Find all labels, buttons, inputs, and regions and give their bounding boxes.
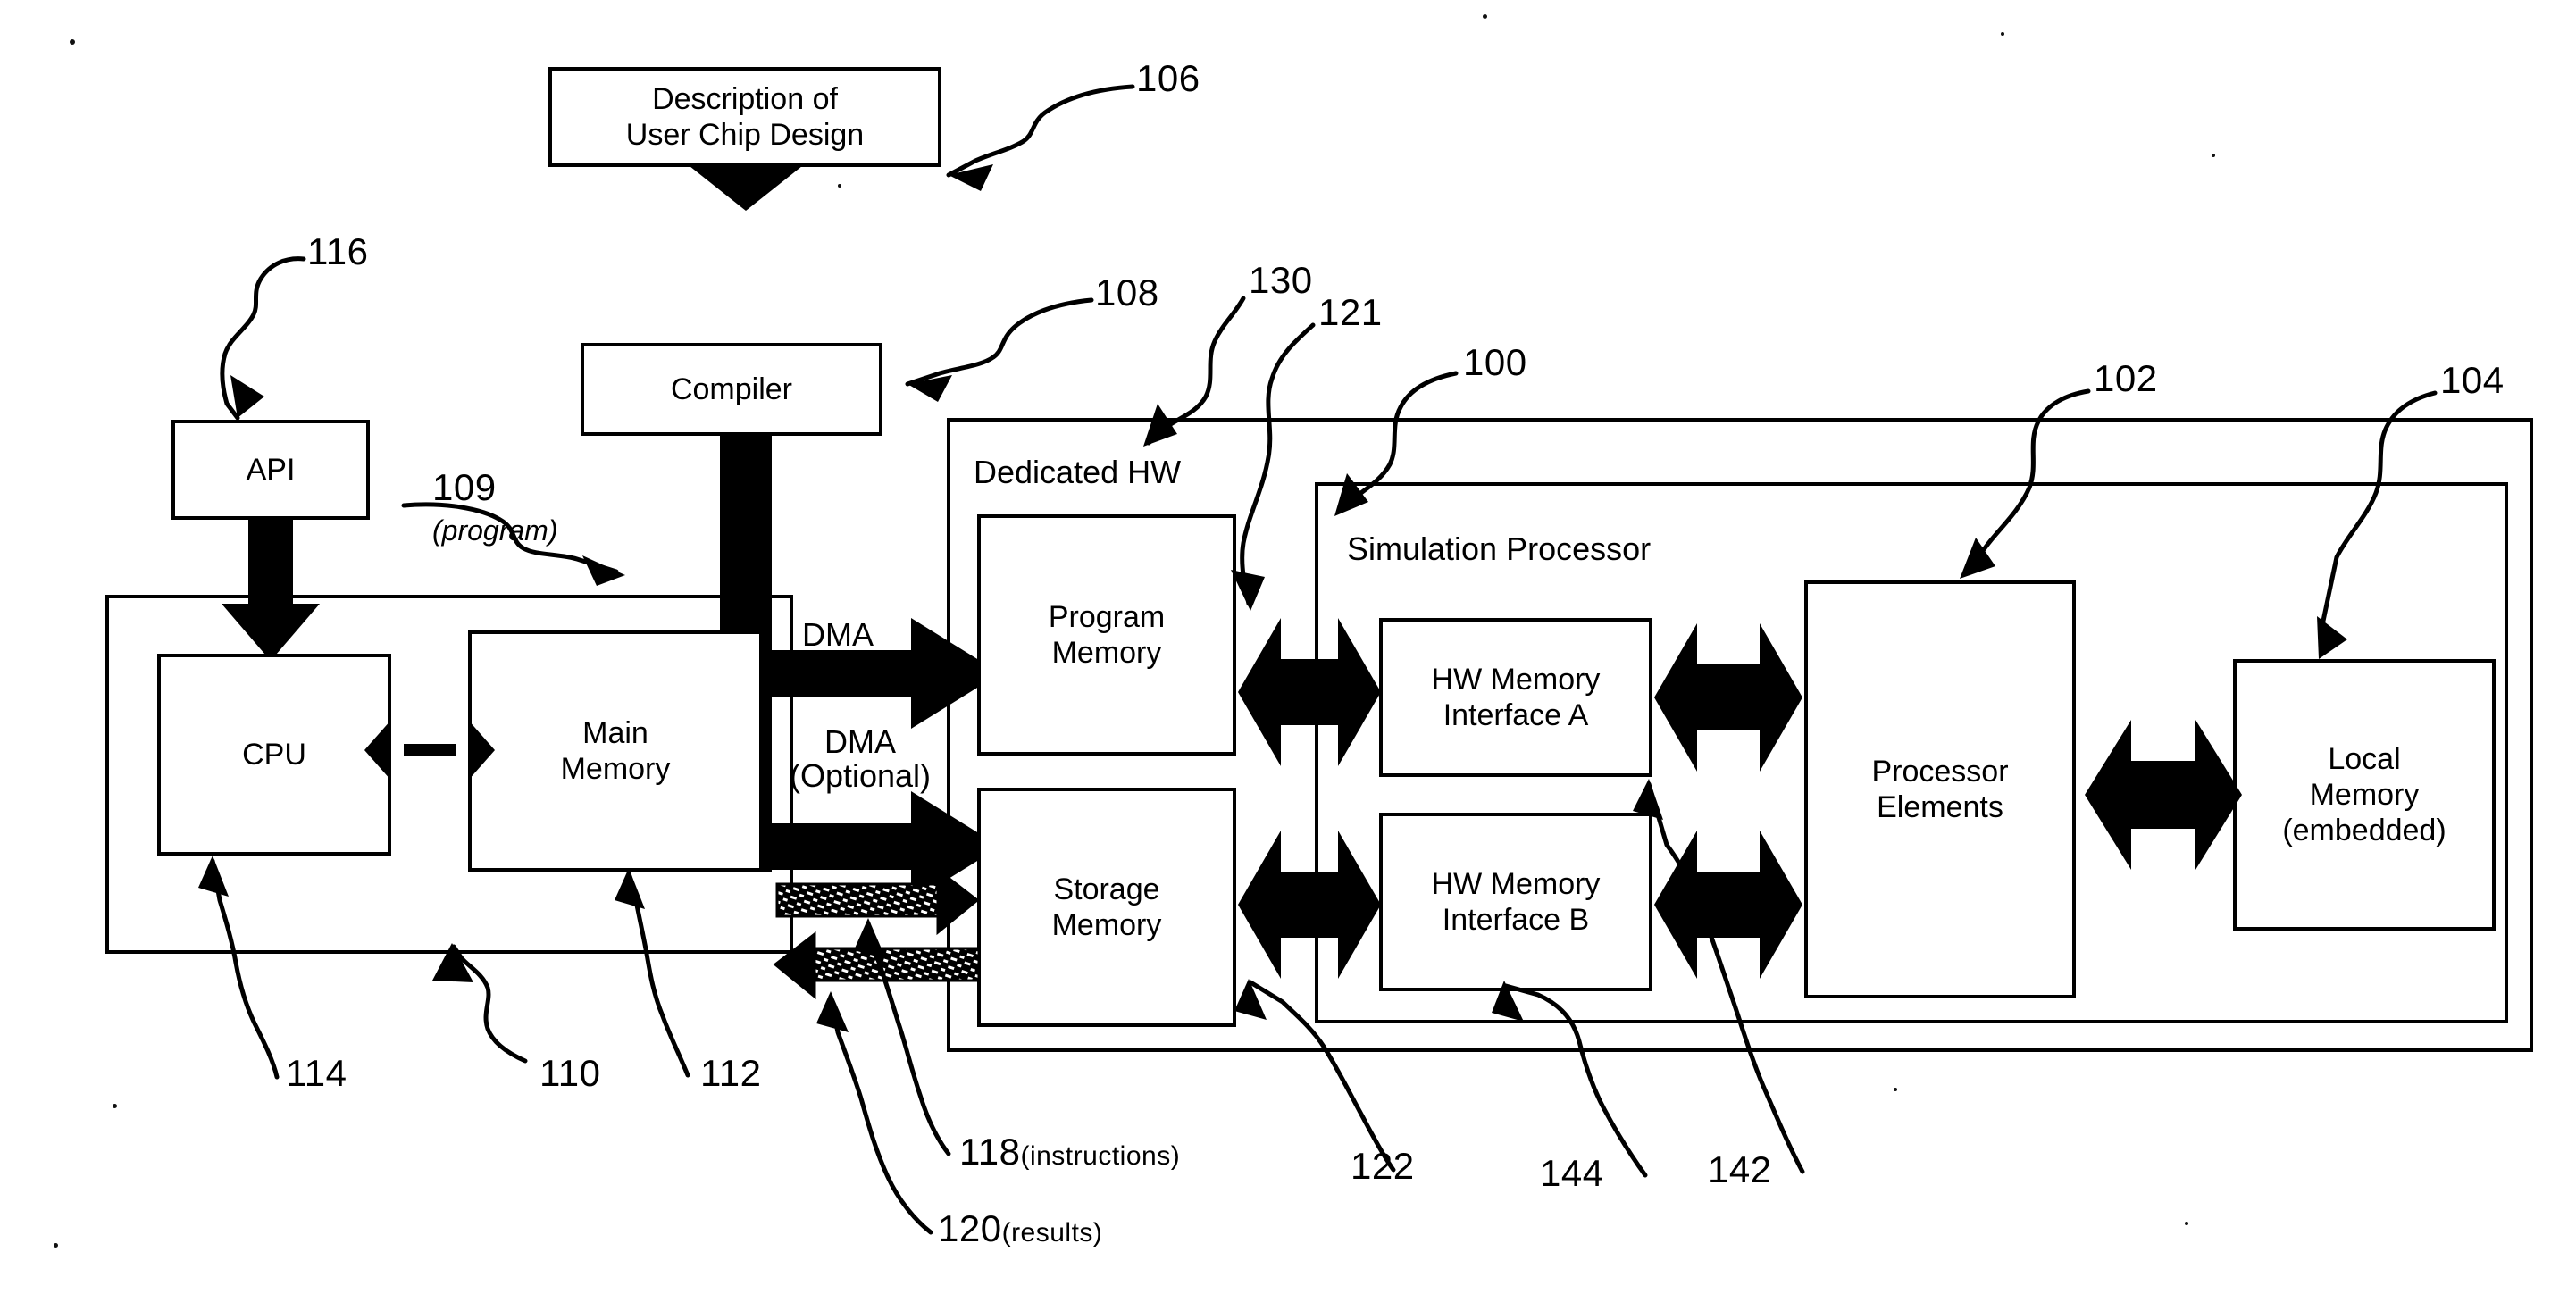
storage-memory-line-2: Memory [1051, 908, 1162, 942]
compiler-label: Compiler [670, 372, 793, 406]
ref-122: 122 [1351, 1145, 1415, 1187]
hw-memory-interface-b-box[interactable]: HW Memory Interface B [1379, 813, 1652, 991]
storage-memory-line-1: Storage [1053, 872, 1160, 906]
ref-120-suffix: (results) [1001, 1218, 1103, 1248]
ref-130: 130 [1249, 259, 1313, 301]
api-label: API [246, 452, 296, 487]
api-box[interactable]: API [171, 420, 370, 520]
local-memory-line-3: (embedded) [2282, 814, 2446, 848]
hw-memory-interface-b-line-2: Interface B [1442, 903, 1590, 937]
program-memory-line-2: Memory [1051, 636, 1162, 670]
description-of-user-chip-design-box[interactable]: Description of User Chip Design [548, 67, 941, 167]
ref-142: 142 [1708, 1148, 1772, 1190]
ref-112: 112 [700, 1052, 762, 1094]
cpu-box[interactable]: CPU [157, 654, 391, 856]
ref-120-number: 120 [938, 1207, 1002, 1249]
scan-speck [2185, 1222, 2188, 1225]
processor-elements-line-2: Elements [1877, 790, 2003, 824]
cpu-label: CPU [242, 737, 306, 772]
main-memory-line-2: Memory [560, 752, 671, 786]
ref-110: 110 [539, 1052, 601, 1094]
hw-memory-interface-a-line-2: Interface A [1443, 698, 1589, 732]
ref-144: 144 [1540, 1152, 1604, 1194]
main-memory-box[interactable]: Main Memory [468, 630, 763, 872]
dma-optional-line-1: DMA [824, 723, 896, 760]
simulation-processor-label: Simulation Processor [1347, 530, 1652, 567]
ref-121: 121 [1318, 291, 1383, 333]
dma-label: DMA [802, 616, 874, 653]
description-line-2: User Chip Design [625, 118, 865, 152]
description-line-1: Description of [652, 81, 838, 116]
ref-118-suffix: (instructions) [1020, 1141, 1181, 1171]
processor-elements-line-1: Processor [1871, 754, 2009, 789]
program-memory-line-1: Program [1048, 599, 1166, 634]
ref-120: 120(results) [938, 1207, 1102, 1250]
local-memory-box[interactable]: Local Memory (embedded) [2233, 659, 2496, 931]
scan-speck [1483, 14, 1487, 19]
hw-memory-interface-b-line-1: HW Memory [1431, 866, 1601, 901]
scan-speck [113, 1104, 117, 1108]
ref-106: 106 [1136, 57, 1200, 99]
dedicated-hw-label: Dedicated HW [974, 454, 1182, 490]
scan-speck [1894, 1088, 1897, 1091]
ref-102: 102 [2094, 357, 2158, 399]
ref-100: 100 [1463, 341, 1527, 383]
dma-optional-line-2: (Optional) [789, 756, 932, 794]
ref-114: 114 [286, 1052, 347, 1094]
ref-108: 108 [1095, 271, 1159, 313]
ref-104: 104 [2440, 359, 2505, 401]
scan-speck [2212, 154, 2215, 157]
program-memory-box[interactable]: Program Memory [977, 514, 1236, 756]
scan-speck [2001, 32, 2004, 36]
ref-118-number: 118 [959, 1131, 1021, 1173]
figure-canvas: Dedicated HW Simulation Processor Descri… [0, 0, 2576, 1294]
local-memory-line-1: Local [2328, 741, 2401, 776]
hw-memory-interface-a-line-1: HW Memory [1431, 662, 1601, 697]
compiler-box[interactable]: Compiler [581, 343, 882, 436]
dma-optional-label: DMA (Optional) [757, 725, 963, 793]
ref-116: 116 [307, 230, 369, 272]
main-memory-line-1: Main [582, 715, 648, 750]
ref-109: 109 [432, 466, 497, 508]
hw-memory-interface-a-box[interactable]: HW Memory Interface A [1379, 618, 1652, 777]
program-note-label: (program) [432, 514, 558, 547]
scan-speck [838, 184, 841, 188]
scan-speck [54, 1243, 58, 1248]
processor-elements-box[interactable]: Processor Elements [1804, 580, 2076, 998]
storage-memory-box[interactable]: Storage Memory [977, 788, 1236, 1027]
scan-speck [70, 39, 75, 45]
local-memory-line-2: Memory [2309, 777, 2420, 812]
ref-118: 118(instructions) [959, 1131, 1180, 1173]
